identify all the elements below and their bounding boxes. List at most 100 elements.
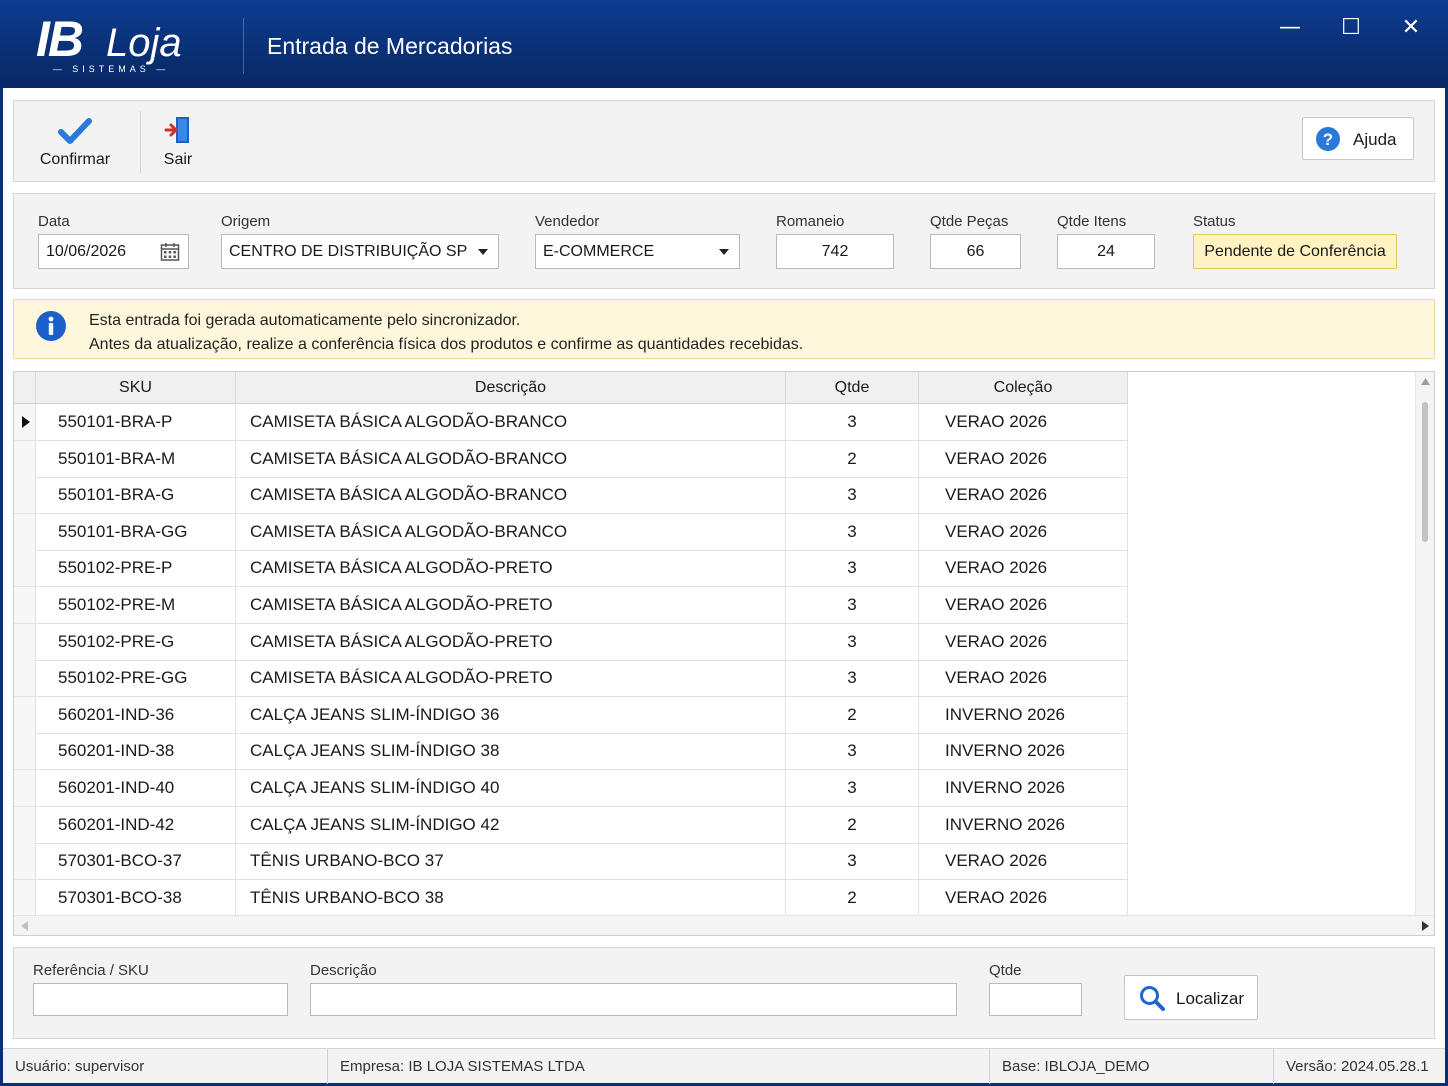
confirm-button[interactable]: Confirmar: [34, 101, 116, 181]
row-selector[interactable]: [14, 843, 36, 880]
vertical-scroll-thumb[interactable]: [1422, 402, 1428, 542]
vendedor-dropdown[interactable]: E-COMMERCE: [535, 234, 740, 269]
current-row-arrow-icon: [22, 416, 30, 428]
row-selector[interactable]: [14, 587, 36, 623]
row-selector[interactable]: [14, 404, 36, 440]
find-button[interactable]: Localizar: [1124, 975, 1258, 1020]
row-selector[interactable]: [14, 440, 36, 477]
cell-qtde: 2: [786, 696, 919, 733]
calendar-icon[interactable]: [160, 242, 180, 262]
row-selector[interactable]: [14, 477, 36, 514]
row-selector[interactable]: [14, 879, 36, 916]
scroll-up-icon[interactable]: [1421, 378, 1430, 385]
column-header-qtde[interactable]: Qtde: [786, 372, 919, 404]
search-qtde-input[interactable]: [989, 983, 1082, 1016]
status-label: Status: [1193, 213, 1236, 230]
cell-qtde: 3: [786, 660, 919, 697]
table-row[interactable]: 570301-BCO-37 TÊNIS URBANO-BCO 37 3 VERAO 2…: [14, 843, 1128, 881]
origem-dropdown[interactable]: CENTRO DE DISTRIBUIÇÃO SP: [221, 234, 499, 269]
qtde-pecas-label: Qtde Peças: [930, 213, 1009, 230]
status-badge: Pendente de Conferência: [1193, 234, 1397, 269]
info-line-2: Antes da atualização, realize a conferên…: [89, 336, 804, 353]
vendedor-label: Vendedor: [535, 213, 600, 230]
cell-sku: 550101-BRA-M: [36, 440, 236, 477]
table-row[interactable]: 560201-IND-42 CALÇA JEANS SLIM-ÍNDIGO 42 2…: [14, 806, 1128, 844]
status-user: Usuário: supervisor: [3, 1049, 328, 1084]
cell-sku: 560201-IND-42: [36, 806, 236, 843]
logo-subtitle: — SISTEMAS —: [52, 64, 170, 74]
cell-descricao: CALÇA JEANS SLIM-ÍNDIGO 38: [236, 733, 786, 770]
table-row[interactable]: 550102-PRE-P CAMISETA BÁSICA ALGODÃO-PRET…: [14, 550, 1128, 588]
scroll-right-icon[interactable]: [1422, 921, 1429, 931]
maximize-button[interactable]: ☐: [1331, 14, 1371, 44]
row-selector[interactable]: [14, 733, 36, 770]
cell-sku: 550102-PRE-G: [36, 623, 236, 660]
search-desc-label: Descrição: [310, 962, 377, 979]
row-selector[interactable]: [14, 806, 36, 843]
cell-qtde: 2: [786, 806, 919, 843]
search-ref-input[interactable]: [33, 983, 288, 1016]
table-row[interactable]: 550102-PRE-M CAMISETA BÁSICA ALGODÃO-PRET…: [14, 587, 1128, 624]
help-icon: ?: [1316, 127, 1340, 151]
status-version: Versão: 2024.05.28.1: [1286, 1058, 1429, 1075]
row-selector[interactable]: [14, 696, 36, 733]
checkmark-icon: [58, 118, 92, 144]
cell-colecao: INVERNO 2026: [919, 696, 1128, 733]
table-row[interactable]: 550101-BRA-GG CAMISETA BÁSICA ALGODÃO-BRA…: [14, 513, 1128, 551]
table-row[interactable]: 570301-BCO-38 TÊNIS URBANO-BCO 38 2 VERAO 2…: [14, 879, 1128, 917]
row-selector[interactable]: [14, 770, 36, 806]
row-selector[interactable]: [14, 513, 36, 550]
logo-loja-text: Loja: [106, 21, 182, 65]
cell-sku: 570301-BCO-37: [36, 843, 236, 880]
table-row[interactable]: 550101-BRA-G CAMISETA BÁSICA ALGODÃO-BRAN…: [14, 477, 1128, 515]
table-row[interactable]: 550101-BRA-M CAMISETA BÁSICA ALGODÃO-BRAN…: [14, 440, 1128, 478]
scroll-left-icon[interactable]: [21, 921, 28, 931]
maximize-icon: ☐: [1341, 15, 1361, 40]
vertical-scrollbar[interactable]: [1415, 372, 1434, 915]
row-selector[interactable]: [14, 623, 36, 660]
minimize-icon: —: [1279, 15, 1301, 40]
column-header-sku[interactable]: SKU: [36, 372, 236, 404]
row-selector[interactable]: [14, 660, 36, 697]
cell-descricao: CAMISETA BÁSICA ALGODÃO-PRETO: [236, 550, 786, 587]
row-selector[interactable]: [14, 550, 36, 587]
help-button[interactable]: ? Ajuda: [1302, 117, 1414, 160]
cell-sku: 570301-BCO-38: [36, 879, 236, 916]
cell-descricao: CALÇA JEANS SLIM-ÍNDIGO 36: [236, 696, 786, 733]
table-row[interactable]: 560201-IND-36 CALÇA JEANS SLIM-ÍNDIGO 36 2…: [14, 696, 1128, 734]
chevron-down-icon: [719, 249, 729, 255]
cell-sku: 550101-BRA-GG: [36, 513, 236, 550]
qtde-itens-field[interactable]: 24: [1057, 234, 1155, 269]
cell-sku: 550102-PRE-GG: [36, 660, 236, 697]
qtde-pecas-field[interactable]: 66: [930, 234, 1021, 269]
data-field[interactable]: 10/06/2026: [38, 234, 189, 269]
table-row[interactable]: 560201-IND-38 CALÇA JEANS SLIM-ÍNDIGO 38 3…: [14, 733, 1128, 771]
horizontal-scrollbar[interactable]: [14, 915, 1434, 935]
table-row[interactable]: 550102-PRE-G CAMISETA BÁSICA ALGODÃO-PRET…: [14, 623, 1128, 661]
table-row[interactable]: 560201-IND-40 CALÇA JEANS SLIM-ÍNDIGO 40 3…: [14, 770, 1128, 807]
cell-qtde: 3: [786, 513, 919, 550]
confirm-label: Confirmar: [39, 151, 111, 168]
title-bar: IB Loja — SISTEMAS — Entrada de Mercador…: [0, 0, 1448, 88]
cell-sku: 560201-IND-36: [36, 696, 236, 733]
table-row[interactable]: 550101-BRA-P CAMISETA BÁSICA ALGODÃO-BRAN…: [14, 404, 1128, 441]
exit-button[interactable]: Sair: [154, 101, 202, 181]
romaneio-field[interactable]: 742: [776, 234, 894, 269]
close-icon: ✕: [1401, 15, 1421, 40]
cell-sku: 550101-BRA-G: [36, 477, 236, 514]
column-header-colecao[interactable]: Coleção: [919, 372, 1128, 404]
cell-qtde: 3: [786, 477, 919, 514]
origem-value: CENTRO DE DISTRIBUIÇÃO SP: [229, 243, 468, 260]
cell-descricao: CAMISETA BÁSICA ALGODÃO-BRANCO: [236, 513, 786, 550]
cell-colecao: VERAO 2026: [919, 477, 1128, 514]
cell-descricao: CALÇA JEANS SLIM-ÍNDIGO 40: [236, 770, 786, 806]
close-button[interactable]: ✕: [1391, 14, 1431, 44]
toolbar-separator: [140, 111, 141, 173]
cell-descricao: CALÇA JEANS SLIM-ÍNDIGO 42: [236, 806, 786, 843]
search-desc-input[interactable]: [310, 983, 957, 1016]
search-icon: [1140, 986, 1165, 1011]
cell-colecao: VERAO 2026: [919, 587, 1128, 623]
minimize-button[interactable]: —: [1270, 14, 1310, 44]
column-header-descricao[interactable]: Descrição: [236, 372, 786, 404]
table-row[interactable]: 550102-PRE-GG CAMISETA BÁSICA ALGODÃO-PRE…: [14, 660, 1128, 698]
